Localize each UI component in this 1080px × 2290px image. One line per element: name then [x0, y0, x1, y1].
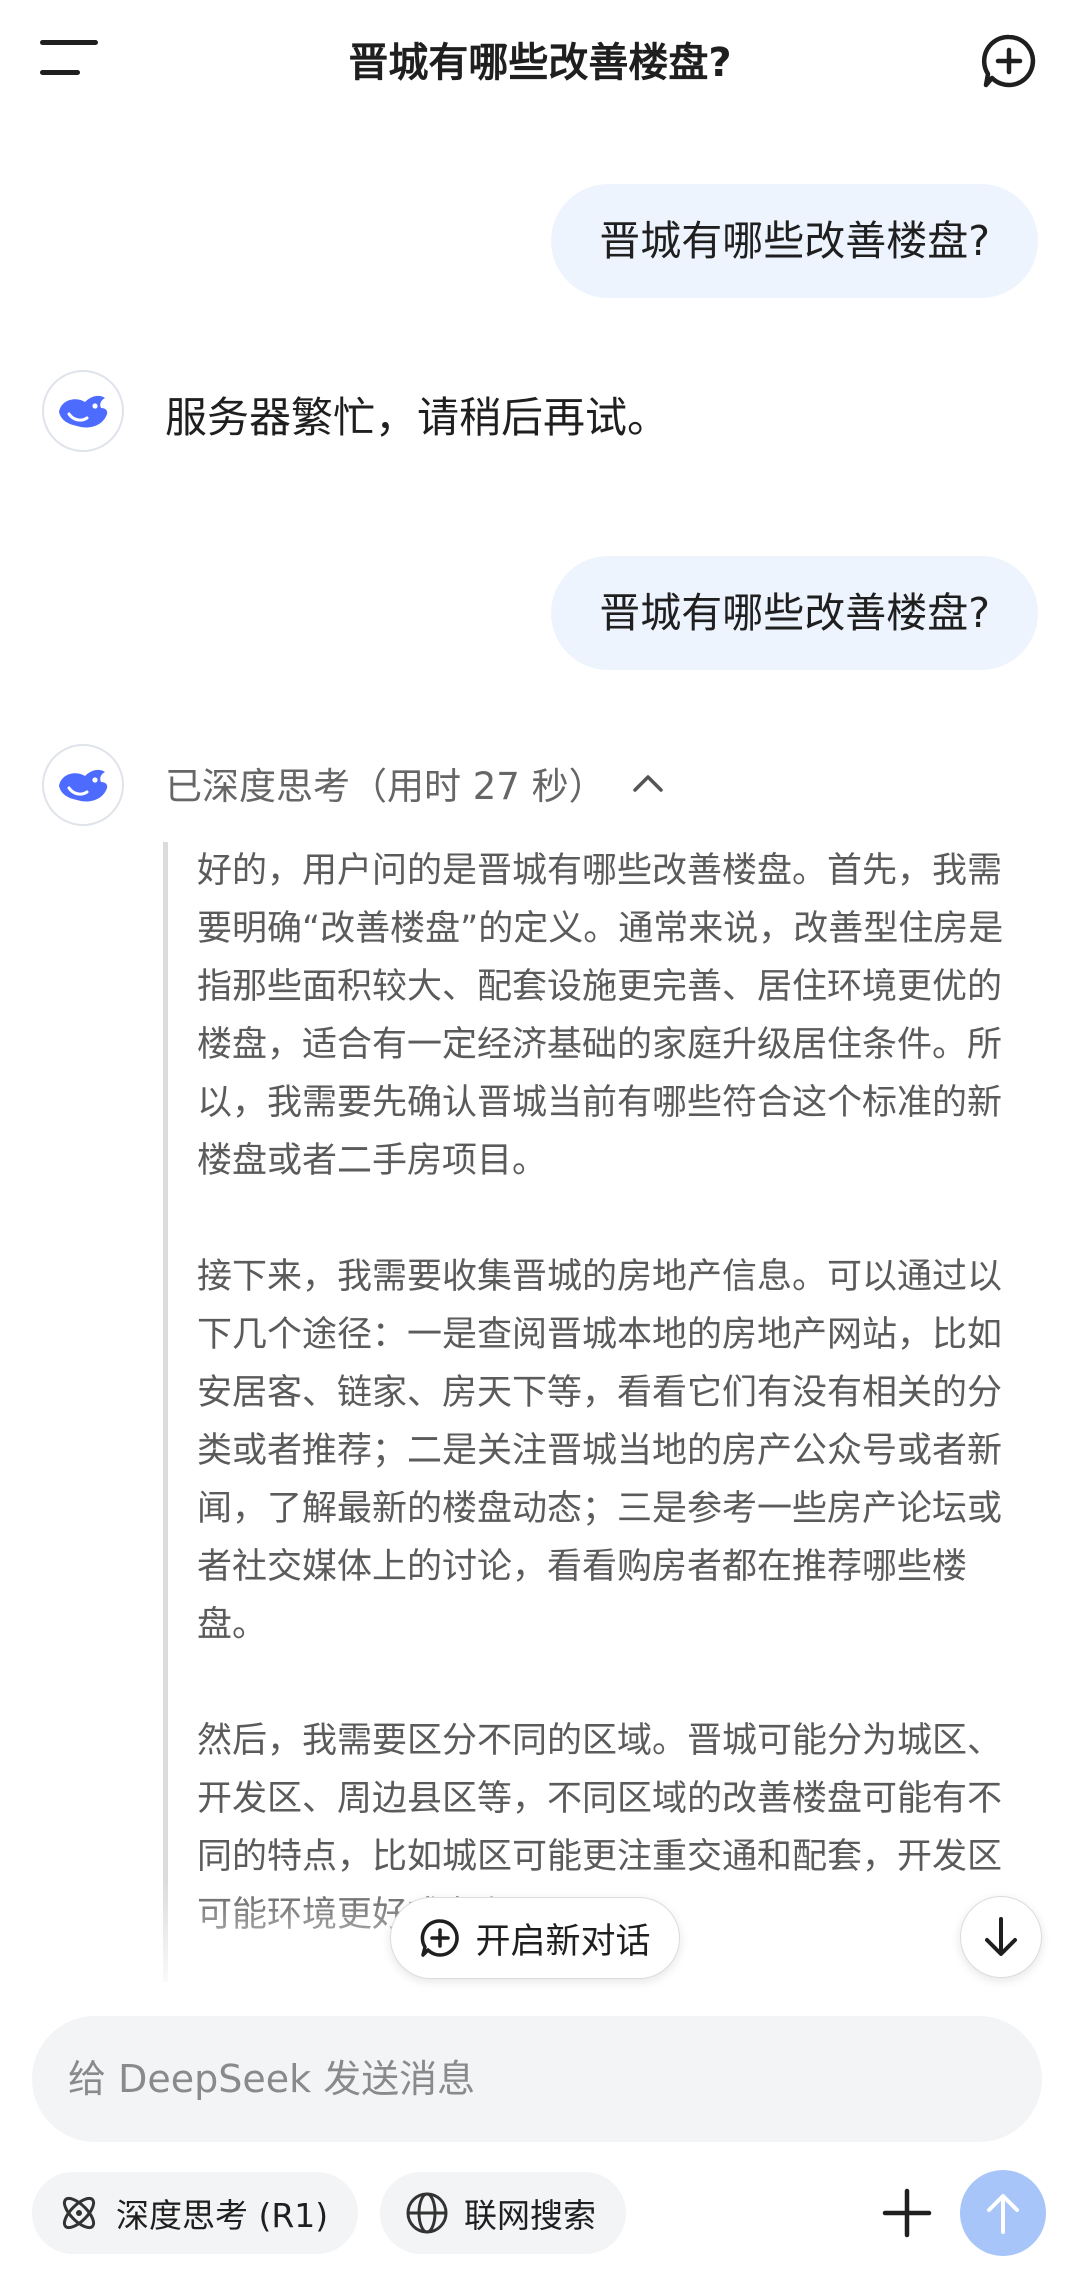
arrow-up-icon [987, 2194, 1019, 2234]
assistant-message-text: 服务器繁忙，请稍后再试。 [165, 393, 670, 442]
deepseek-whale-icon [59, 395, 108, 428]
deep-think-label: 深度思考 (R1) [116, 2196, 329, 2235]
attach-button[interactable] [870, 2176, 944, 2250]
web-search-toggle[interactable]: 联网搜索 [380, 2172, 626, 2254]
message-input-container[interactable] [32, 2016, 1042, 2142]
new-dialog-button[interactable]: 开启新对话 [390, 1897, 680, 1979]
globe-icon [406, 2192, 448, 2234]
arrow-down-icon [985, 1917, 1017, 1956]
thinking-divider [163, 842, 168, 1982]
new-chat-icon [421, 1919, 460, 1957]
deep-think-toggle[interactable]: 深度思考 (R1) [32, 2172, 359, 2254]
atom-icon [62, 2196, 96, 2230]
chevron-up-icon [632, 775, 663, 792]
new-chat-icon[interactable] [980, 32, 1038, 90]
thinking-paragraph: 接下来，我需要收集晋城的房地产信息。可以通过以下几个途径：一是查阅晋城本地的房地… [197, 1257, 1003, 1645]
deepseek-whale-icon [59, 769, 108, 802]
web-search-label: 联网搜索 [464, 2196, 596, 2235]
plus-icon [882, 2188, 932, 2238]
send-button[interactable] [960, 2170, 1046, 2256]
user-message-text: 晋城有哪些改善楼盘? [599, 589, 990, 637]
thinking-header-text: 已深度思考（用时 27 秒） [165, 765, 606, 808]
thinking-toggle[interactable]: 已深度思考（用时 27 秒） [165, 756, 666, 810]
scroll-to-bottom-button[interactable] [960, 1896, 1042, 1978]
user-message-text: 晋城有哪些改善楼盘? [599, 217, 990, 265]
thinking-content: 好的，用户问的是晋城有哪些改善楼盘。首先，我需要明确“改善楼盘”的定义。通常来说… [197, 842, 1007, 1982]
user-message-bubble: 晋城有哪些改善楼盘? [551, 556, 1038, 670]
page-title: 晋城有哪些改善楼盘? [348, 40, 732, 86]
message-input[interactable] [66, 2056, 1008, 2102]
user-message-bubble: 晋城有哪些改善楼盘? [551, 184, 1038, 298]
new-dialog-label: 开启新对话 [475, 1921, 651, 1962]
assistant-avatar [42, 744, 124, 826]
assistant-avatar [42, 370, 124, 452]
thinking-paragraph: 好的，用户问的是晋城有哪些改善楼盘。首先，我需要明确“改善楼盘”的定义。通常来说… [197, 851, 1004, 1181]
